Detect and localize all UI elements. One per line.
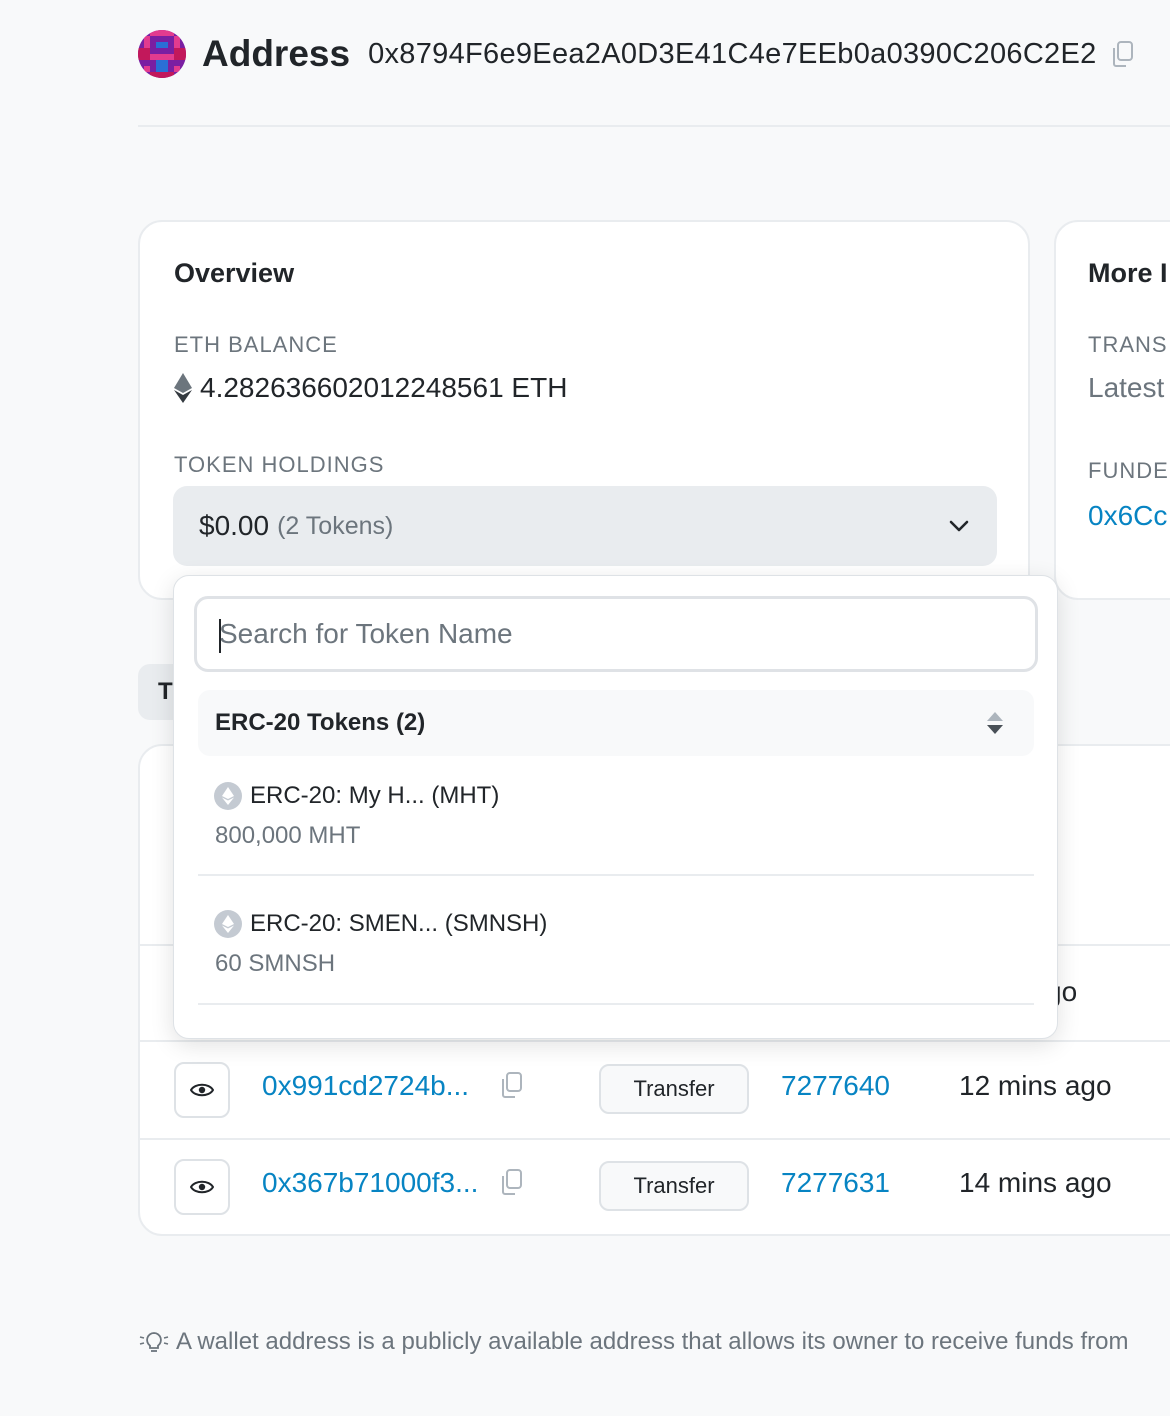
- token-holdings-usd: $0.00: [199, 510, 270, 541]
- token-search-box[interactable]: [194, 596, 1038, 672]
- token-holdings-dropdown: ERC-20 Tokens (2) ERC-20: My H... (MHT) …: [173, 575, 1058, 1039]
- tx-age: 12 mins ago: [959, 1070, 1112, 1101]
- transactions-sent-label: TRANS: [1088, 332, 1168, 357]
- ethereum-icon: [174, 373, 192, 403]
- token-holdings-count: (2 Tokens): [277, 511, 394, 540]
- page-header: Address 0x8794F6e9Eea2A0D3E41C4e7EEb0a03…: [138, 28, 1133, 80]
- table-row: 0x991cd2724b... Transfer 7277640 12 mins…: [140, 1042, 1170, 1138]
- preview-button[interactable]: [174, 1159, 230, 1215]
- table-row: 0x367b71000f3... Transfer 7277631 14 min…: [140, 1139, 1170, 1235]
- token-name: ERC-20: My H... (MHT): [250, 782, 500, 809]
- page-title: Address: [202, 33, 351, 74]
- token-amount: 60 SMNSH: [215, 950, 336, 977]
- token-search-input[interactable]: [197, 599, 1035, 669]
- copy-icon[interactable]: [498, 1167, 526, 1197]
- copy-icon[interactable]: [498, 1070, 526, 1100]
- tx-hash-link[interactable]: 0x991cd2724b...: [262, 1070, 469, 1102]
- token-amount: 800,000 MHT: [215, 822, 361, 849]
- footer-hint-text: A wallet address is a publicly available…: [176, 1328, 1129, 1355]
- token-divider: [198, 874, 1034, 876]
- block-link[interactable]: 7277640: [781, 1070, 890, 1102]
- token-holdings-dropdown-button[interactable]: $0.00 (2 Tokens): [173, 486, 997, 566]
- token-divider: [198, 1003, 1034, 1005]
- funded-by-label: FUNDEI: [1088, 458, 1170, 483]
- lightbulb-icon: [139, 1332, 169, 1352]
- avatar-identicon: [138, 30, 186, 78]
- tx-hash-link[interactable]: 0x367b71000f3...: [262, 1167, 478, 1199]
- footer-hint: A wallet address is a publicly available…: [138, 1328, 1128, 1356]
- transactions-sent-value: Latest: [1088, 372, 1165, 403]
- eye-icon: [190, 1180, 214, 1194]
- address-hash: 0x8794F6e9Eea2A0D3E41C4e7EEb0a0390C206C2…: [368, 37, 1097, 70]
- chevron-down-icon: [949, 520, 969, 532]
- more-info-card: More I TRANS Latest FUNDEI 0x6Cc: [1054, 220, 1170, 600]
- method-badge: Transfer: [599, 1064, 749, 1114]
- preview-button[interactable]: [174, 1062, 230, 1118]
- sort-icon[interactable]: [984, 710, 1006, 736]
- address-page: Address 0x8794F6e9Eea2A0D3E41C4e7EEb0a03…: [0, 0, 1170, 1416]
- eye-icon: [190, 1083, 214, 1097]
- token-holdings-label: TOKEN HOLDINGS: [174, 452, 385, 477]
- token-name: ERC-20: SMEN... (SMNSH): [250, 910, 548, 937]
- copy-icon[interactable]: [1108, 39, 1138, 69]
- more-info-title: More I: [1088, 258, 1168, 288]
- token-list-item[interactable]: ERC-20: SMEN... (SMNSH) 60 SMNSH: [198, 886, 1034, 1014]
- token-list-item[interactable]: ERC-20: My H... (MHT) 800,000 MHT: [198, 758, 1034, 886]
- avatar: [138, 30, 186, 78]
- erc20-group-label: ERC-20 Tokens (2): [215, 709, 426, 736]
- block-link[interactable]: 7277631: [781, 1167, 890, 1199]
- overview-card: Overview ETH BALANCE 4.28263660201224856…: [138, 220, 1030, 600]
- method-badge: Transfer: [599, 1161, 749, 1211]
- funded-by-link[interactable]: 0x6Cc: [1088, 500, 1167, 532]
- token-name-row: ERC-20: My H... (MHT): [214, 782, 499, 810]
- token-ethereum-icon: [214, 910, 242, 938]
- text-caret: [219, 619, 221, 653]
- header-divider: [138, 125, 1170, 127]
- eth-balance-row: 4.282636602012248561 ETH: [174, 372, 567, 404]
- tx-age: 14 mins ago: [959, 1167, 1112, 1198]
- overview-title: Overview: [174, 258, 295, 288]
- token-ethereum-icon: [214, 782, 242, 810]
- erc20-group-header[interactable]: ERC-20 Tokens (2): [198, 690, 1034, 756]
- eth-balance-value: 4.282636602012248561 ETH: [200, 372, 568, 403]
- token-name-row: ERC-20: SMEN... (SMNSH): [214, 910, 547, 938]
- tab-label: T: [158, 678, 173, 705]
- eth-balance-label: ETH BALANCE: [174, 332, 338, 357]
